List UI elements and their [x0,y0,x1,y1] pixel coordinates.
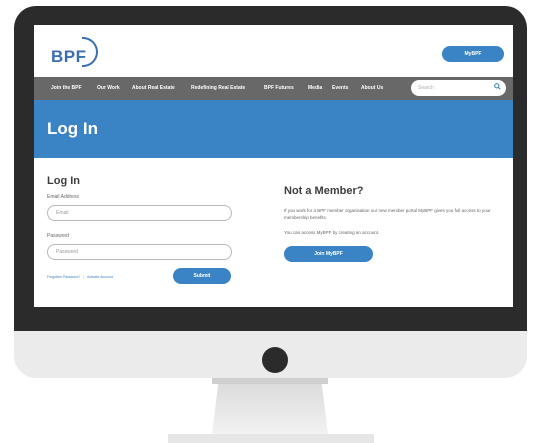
password-placeholder: Password [56,249,78,255]
nav-item-bpf-futures[interactable]: BPF Futures [264,85,294,91]
not-member-access-text: You can access MyBPF by creating an acco… [284,230,380,235]
search-placeholder: Search [418,85,434,91]
password-field[interactable]: Password [47,244,232,260]
nav-item-our-work[interactable]: Our Work [97,85,120,91]
search-input[interactable]: Search [411,80,506,96]
site-header: BPF MyBPF [34,25,513,77]
not-member-description: If you work for a BPF member organisatio… [284,208,491,220]
monitor-stand-shadow [212,378,328,384]
nav-item-redefining-real-estate[interactable]: Redefining Real Estate [191,85,245,91]
email-field[interactable]: Email [47,205,232,221]
main-navigation: Join the BPF Our Work About Real Estate … [34,77,513,100]
nav-item-about-us[interactable]: About Us [361,85,383,91]
page-title: Log In [47,119,98,138]
nav-item-media[interactable]: Media [308,85,322,91]
account-links: Forgotten Password? | Activate Account [47,275,113,279]
monitor-stand-base [168,434,374,443]
nav-item-about-real-estate[interactable]: About Real Estate [132,85,175,91]
activate-account-link[interactable]: Activate Account [87,275,113,279]
nav-item-join-the-bpf[interactable]: Join the BPF [51,85,82,91]
submit-button[interactable]: Submit [173,268,231,284]
link-separator: | [83,275,85,279]
website-screen: BPF MyBPF Join the BPF Our Work About Re… [34,25,513,307]
monitor-stand-neck [212,378,328,434]
join-mybpf-button[interactable]: Join MyBPF [284,246,373,262]
page-banner: Log In [34,100,513,158]
monitor-power-button [262,347,288,373]
nav-item-events[interactable]: Events [332,85,348,91]
password-label: Password [47,233,69,239]
login-heading: Log In [47,175,80,187]
search-icon[interactable] [494,83,501,90]
forgotten-password-link[interactable]: Forgotten Password? [47,275,80,279]
bpf-logo-arc [82,37,98,67]
email-placeholder: Email [56,210,69,216]
mybpf-button[interactable]: MyBPF [442,46,504,62]
email-label: Email Address [47,194,79,200]
not-member-heading: Not a Member? [284,185,364,197]
